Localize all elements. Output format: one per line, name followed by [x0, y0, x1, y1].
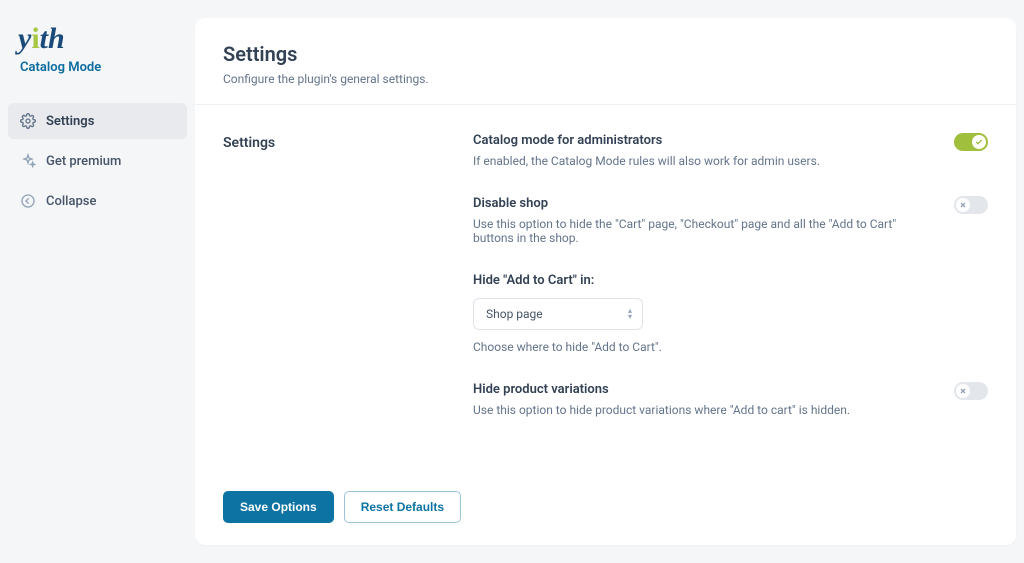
chevron-updown-icon: ▴▾ [628, 308, 632, 320]
field-disable-shop: Disable shop Use this option to hide the… [473, 196, 988, 245]
field-help: Use this option to hide the "Cart" page,… [473, 217, 928, 245]
reset-button[interactable]: Reset Defaults [344, 491, 461, 523]
gear-icon [20, 113, 36, 129]
collapse-icon [20, 193, 36, 209]
field-catalog-mode: Catalog mode for administrators If enabl… [473, 133, 988, 168]
page-subtitle: Configure the plugin's general settings. [223, 72, 988, 86]
field-label: Hide product variations [473, 382, 928, 397]
toggle-knob [956, 384, 970, 398]
logo-text: yith [18, 22, 65, 55]
sidebar-item-label: Collapse [46, 194, 96, 209]
select-value: Shop page [486, 307, 543, 321]
field-label: Hide "Add to Cart" in: [473, 273, 928, 288]
toggle-hide-variations[interactable] [954, 382, 988, 400]
sidebar-item-settings[interactable]: Settings [8, 103, 187, 139]
sidebar-item-label: Settings [46, 114, 94, 129]
save-button[interactable]: Save Options [223, 491, 334, 523]
sidebar-item-collapse[interactable]: Collapse [8, 183, 187, 219]
main-content: Settings Configure the plugin's general … [195, 0, 1024, 563]
plugin-name: Catalog Mode [8, 60, 187, 75]
logo: yith [8, 24, 187, 54]
field-help: If enabled, the Catalog Mode rules will … [473, 154, 928, 168]
page-title: Settings [223, 42, 988, 66]
field-hide-variations: Hide product variations Use this option … [473, 382, 988, 417]
panel-footer: Save Options Reset Defaults [195, 475, 1016, 545]
panel-body: Settings Catalog mode for administrators… [195, 105, 1016, 475]
field-label: Disable shop [473, 196, 928, 211]
toggle-knob [956, 198, 970, 212]
field-help: Use this option to hide product variatio… [473, 403, 928, 417]
toggle-disable-shop[interactable] [954, 196, 988, 214]
panel-header: Settings Configure the plugin's general … [195, 18, 1016, 105]
sidebar-item-get-premium[interactable]: Get premium [8, 143, 187, 179]
field-hide-add-to-cart: Hide "Add to Cart" in: Shop page ▴▾ Choo… [473, 273, 988, 354]
fields-container: Catalog mode for administrators If enabl… [473, 133, 988, 447]
sidebar-item-label: Get premium [46, 154, 121, 169]
sparkle-icon [20, 153, 36, 169]
select-hide-add-to-cart[interactable]: Shop page ▴▾ [473, 298, 643, 330]
settings-panel: Settings Configure the plugin's general … [195, 18, 1016, 545]
field-help: Choose where to hide "Add to Cart". [473, 340, 928, 354]
field-label: Catalog mode for administrators [473, 133, 928, 148]
toggle-catalog-mode[interactable] [954, 133, 988, 151]
sidebar: yith Catalog Mode Settings Get premium C… [0, 0, 195, 563]
toggle-knob [972, 135, 986, 149]
section-label: Settings [223, 133, 473, 447]
